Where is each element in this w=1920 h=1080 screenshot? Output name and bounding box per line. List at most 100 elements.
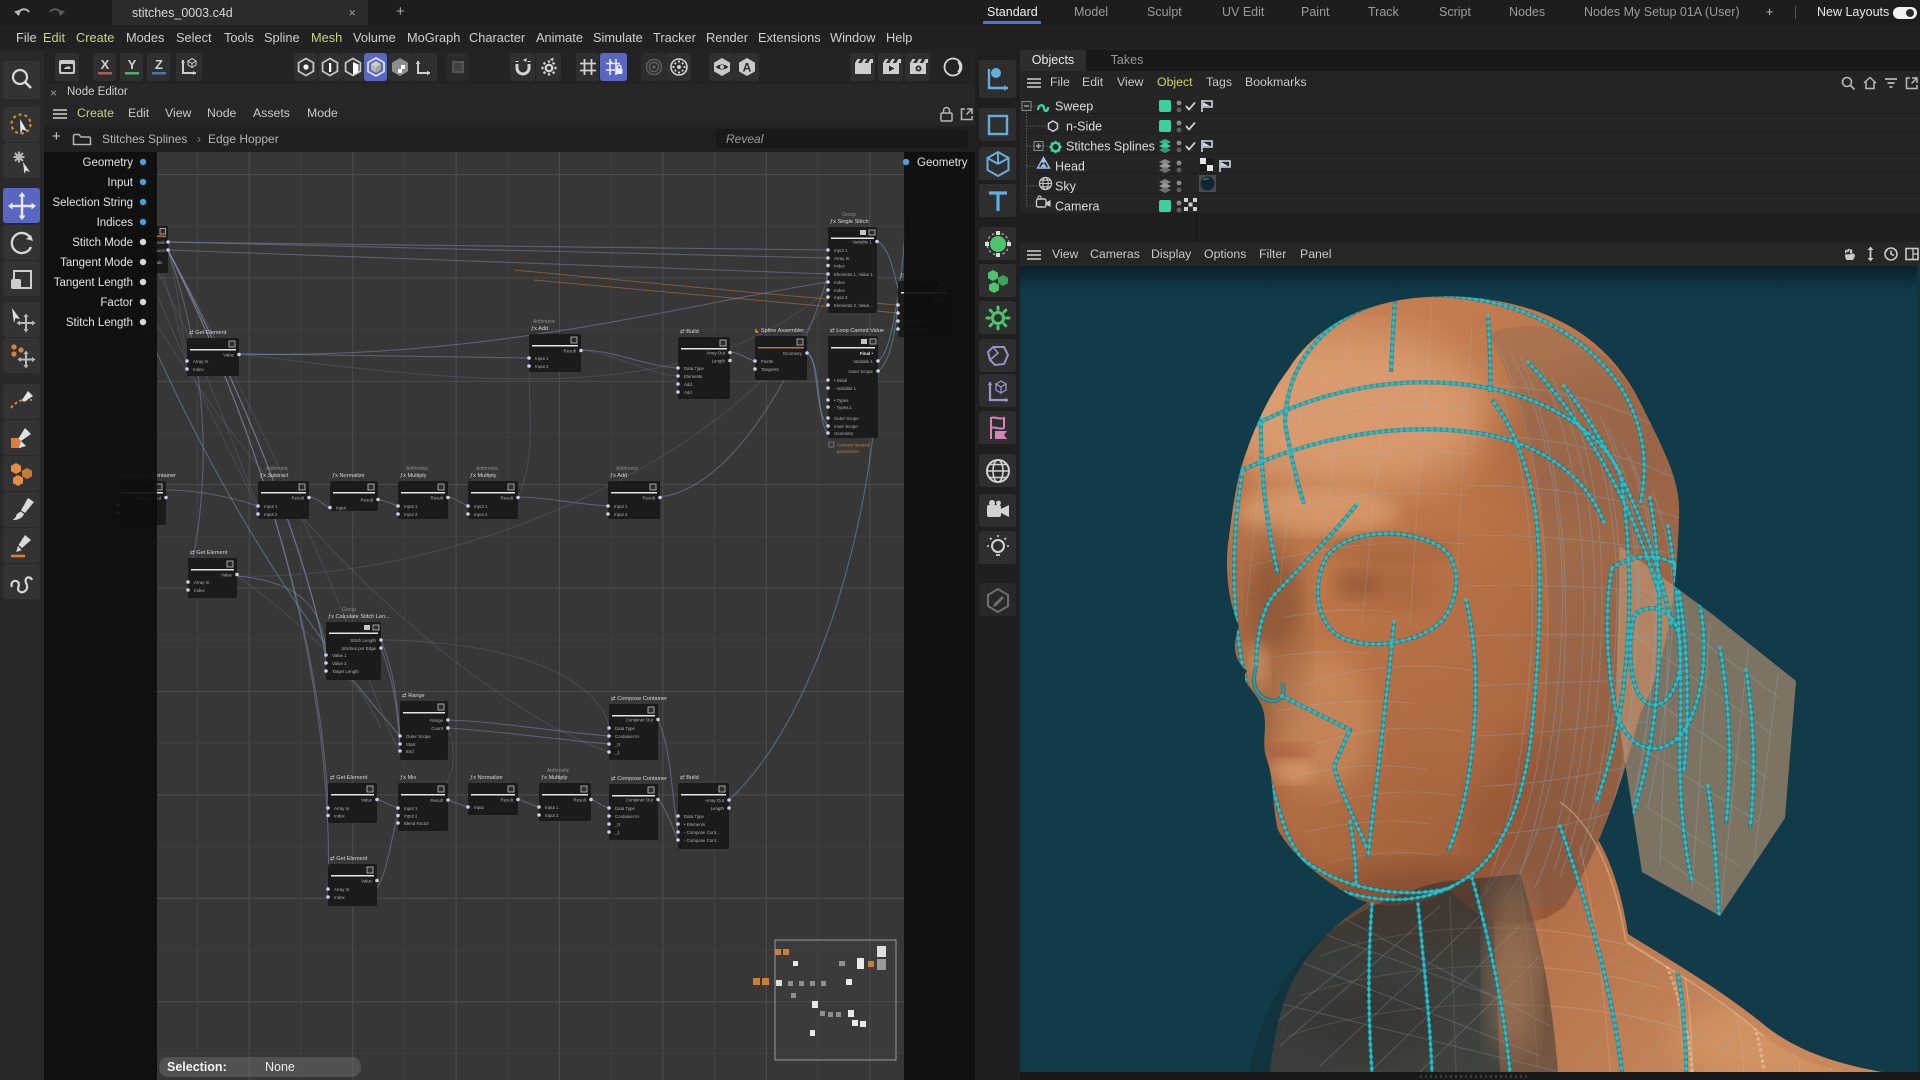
- svg-text:Arithmetic: Arithmetic: [547, 768, 570, 774]
- svg-text:Final •: Final •: [860, 351, 873, 356]
- svg-text:Range: Range: [430, 718, 443, 723]
- svg-text:Stitches per Edge: Stitches per Edge: [341, 646, 376, 651]
- svg-text:Container In: Container In: [615, 734, 639, 739]
- svg-text:Elements 2, Value...: Elements 2, Value...: [834, 303, 873, 308]
- svg-text:• Elements: • Elements: [684, 822, 706, 827]
- svg-text:Selection:: Selection:: [167, 1060, 227, 1074]
- svg-text:Index: Index: [834, 288, 846, 293]
- svg-text:Data Type: Data Type: [615, 806, 635, 811]
- svg-text:Tangent Length: Tangent Length: [54, 277, 133, 289]
- svg-text:Data Type: Data Type: [684, 366, 704, 371]
- svg-text:Array Out: Array Out: [705, 798, 725, 803]
- svg-text:Result: Result: [501, 496, 514, 501]
- svg-text:Elements 1, Value 1: Elements 1, Value 1: [834, 272, 874, 277]
- svg-text:Stitch Length: Stitch Length: [66, 317, 133, 329]
- svg-text:geometries: geometries: [837, 449, 860, 454]
- svg-text:⇄ Build: ⇄ Build: [680, 328, 699, 335]
- svg-text:Add: Add: [684, 382, 692, 387]
- svg-text:Arithmetic: Arithmetic: [406, 466, 429, 472]
- svg-text:n-Side: n-Side: [1066, 120, 1102, 134]
- svg-text:A: A: [742, 61, 751, 75]
- svg-text:Geometry: Geometry: [783, 351, 803, 356]
- svg-text:Length: Length: [711, 806, 725, 811]
- svg-text:ƒx Multiply: ƒx Multiply: [400, 473, 427, 479]
- svg-text:Sky: Sky: [1055, 180, 1077, 194]
- svg-text:End: End: [406, 749, 414, 754]
- svg-text:Arithmetic: Arithmetic: [533, 319, 556, 325]
- svg-text:Index: Index: [193, 367, 205, 372]
- svg-text:◣ Spline Assembler: ◣ Spline Assembler: [755, 328, 804, 334]
- svg-text:Input: Input: [474, 805, 485, 810]
- svg-text:Array In: Array In: [334, 806, 350, 811]
- svg-text:Geometry: Geometry: [83, 157, 134, 169]
- svg-text:Result: Result: [501, 798, 514, 803]
- svg-text:Input 1: Input 1: [545, 805, 559, 810]
- svg-text:⇄ Loop Carried Value: ⇄ Loop Carried Value: [830, 327, 884, 334]
- svg-text:Index: Index: [334, 814, 346, 819]
- svg-text:Input 2: Input 2: [474, 512, 488, 517]
- svg-text:Container Out: Container Out: [626, 798, 654, 803]
- svg-text:Value: Value: [361, 879, 372, 884]
- svg-text:None: None: [265, 1060, 295, 1074]
- svg-text:Tangents: Tangents: [761, 367, 780, 372]
- svg-text:Add: Add: [684, 390, 692, 395]
- svg-text:ƒx Calculate Stitch Len...: ƒx Calculate Stitch Len...: [328, 614, 390, 620]
- svg-text:Variable 1: Variable 1: [854, 359, 874, 364]
- svg-text:Index: Index: [834, 280, 846, 285]
- svg-text:Blend Factor: Blend Factor: [404, 821, 429, 826]
- svg-text:Arithmetic: Arithmetic: [476, 466, 499, 472]
- svg-text:Input 2: Input 2: [264, 512, 278, 517]
- svg-text:Group: Group: [342, 607, 356, 613]
- svg-text:Input 1: Input 1: [535, 356, 549, 361]
- svg-text:Array In: Array In: [334, 887, 350, 892]
- svg-text:Input 1: Input 1: [404, 806, 418, 811]
- svg-text:Input 2: Input 2: [404, 512, 418, 517]
- svg-text:Input: Input: [336, 506, 347, 511]
- svg-text:Input 2: Input 2: [545, 813, 559, 818]
- svg-text:Inner Scope: Inner Scope: [834, 424, 858, 429]
- svg-text:Array In: Array In: [193, 359, 209, 364]
- svg-text:ƒx Multiply: ƒx Multiply: [541, 775, 568, 781]
- svg-text:Tangent Mode: Tangent Mode: [60, 257, 133, 269]
- svg-text:Stitch Length: Stitch Length: [350, 638, 376, 643]
- svg-text:Result: Result: [292, 496, 305, 501]
- svg-text:Z: Z: [155, 57, 163, 72]
- svg-text:⇄ Range: ⇄ Range: [402, 692, 425, 699]
- svg-text:Result: Result: [574, 798, 587, 803]
- svg-text:Y: Y: [127, 57, 136, 72]
- svg-text:⇄ Get Element: ⇄ Get Element: [190, 549, 228, 556]
- svg-text:Result: Result: [431, 496, 444, 501]
- svg-text:Elements: Elements: [684, 374, 703, 379]
- svg-text:Geometry: Geometry: [917, 157, 968, 169]
- svg-text:Data Type: Data Type: [615, 726, 635, 731]
- svg-text:Sweep: Sweep: [1055, 100, 1093, 114]
- svg-text:Input 1: Input 1: [474, 504, 488, 509]
- svg-text:ƒx Subtract: ƒx Subtract: [260, 473, 289, 479]
- svg-text:Variable 1: Variable 1: [853, 240, 873, 245]
- svg-text:_1: _1: [614, 750, 620, 755]
- svg-text:ƒx Add: ƒx Add: [531, 326, 548, 332]
- svg-text:Data Type: Data Type: [684, 814, 704, 819]
- svg-text:Arithmetic: Arithmetic: [616, 466, 639, 472]
- svg-text:Factor: Factor: [100, 297, 133, 309]
- svg-text:Outer Scope: Outer Scope: [406, 734, 431, 739]
- svg-text:ƒx Mix: ƒx Mix: [400, 775, 416, 781]
- svg-text:- Compose Cont...: - Compose Cont...: [684, 838, 720, 843]
- svg-text:• Initial: • Initial: [834, 378, 847, 383]
- svg-text:Array In: Array In: [834, 256, 850, 261]
- svg-text:Stitches Splines: Stitches Splines: [1066, 140, 1155, 154]
- svg-text:⇄ Compose Container: ⇄ Compose Container: [611, 775, 667, 782]
- svg-text:Camera: Camera: [1055, 200, 1100, 214]
- svg-text:Input: Input: [107, 177, 133, 189]
- svg-text:ƒx Single Stitch: ƒx Single Stitch: [830, 219, 869, 225]
- svg-text:_0: _0: [614, 822, 620, 827]
- svg-text:- Compose Cont...: - Compose Cont...: [684, 830, 720, 835]
- svg-text:Index: Index: [194, 588, 206, 593]
- svg-text:Input 1: Input 1: [834, 248, 848, 253]
- svg-text:Value: Value: [221, 573, 232, 578]
- svg-text:Length: Length: [712, 359, 726, 364]
- svg-text:ƒx Normalize: ƒx Normalize: [332, 473, 365, 479]
- svg-text:ƒx Normalize: ƒx Normalize: [470, 775, 503, 781]
- svg-text:ƒx Multiply: ƒx Multiply: [470, 473, 497, 479]
- svg-text:Count: Count: [431, 726, 443, 731]
